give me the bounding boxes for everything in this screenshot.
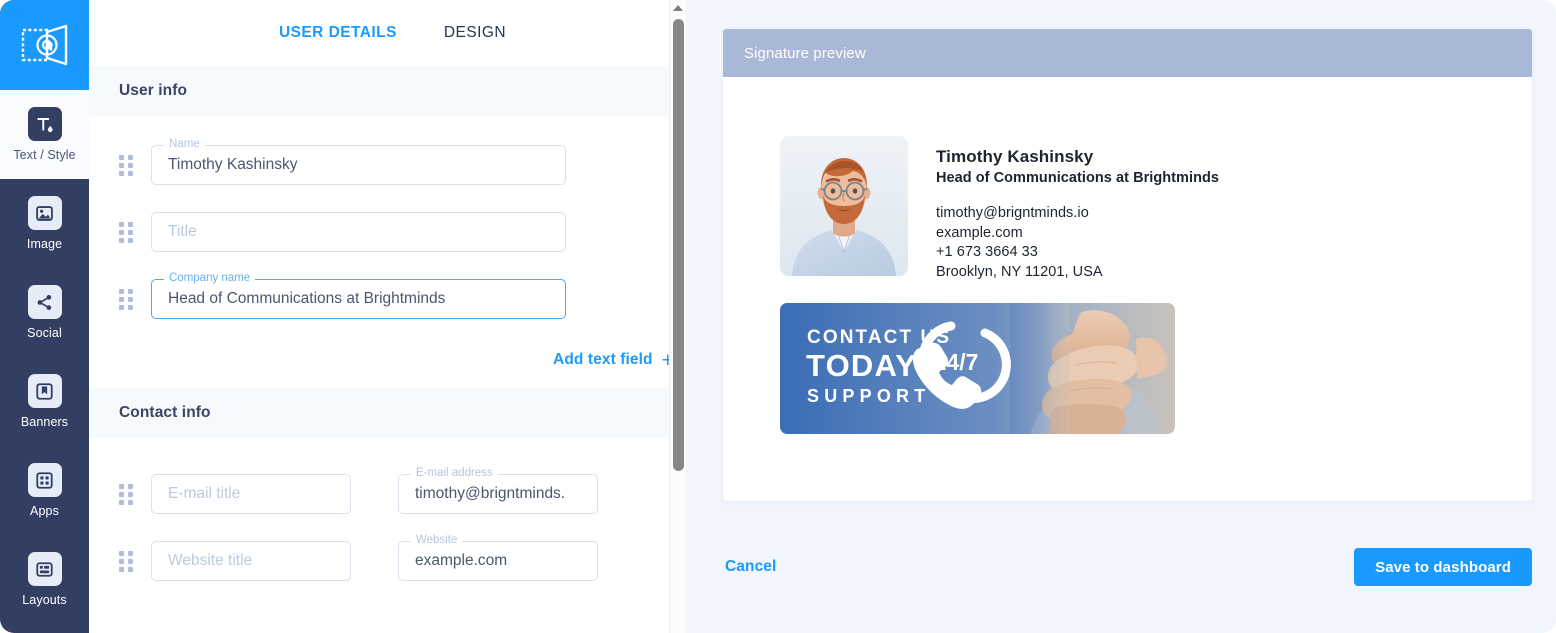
tab-design[interactable]: DESIGN bbox=[444, 24, 506, 42]
signature-preview-header: Signature preview bbox=[723, 29, 1532, 77]
user-details-form-panel: USER DETAILS DESIGN User info Name Timot… bbox=[89, 0, 686, 633]
signature-text-block: Timothy Kashinsky Head of Communications… bbox=[936, 136, 1219, 282]
website-field[interactable]: Website example.com bbox=[398, 532, 598, 581]
add-text-field-button[interactable]: Add text field + bbox=[553, 350, 674, 371]
sidebar-item-label: Layouts bbox=[22, 593, 67, 607]
preview-footer: Cancel Save to dashboard bbox=[723, 525, 1532, 609]
company-name-field-value: Head of Communications at Brightminds bbox=[168, 289, 446, 307]
website-title-field-placeholder: Website title bbox=[168, 551, 253, 569]
svg-text:24/7: 24/7 bbox=[934, 349, 979, 375]
scrollbar-thumb[interactable] bbox=[673, 19, 684, 471]
title-field[interactable]: Title bbox=[151, 211, 566, 252]
drag-handle-icon[interactable] bbox=[119, 222, 133, 243]
section-header-user-info: User info bbox=[89, 66, 686, 116]
share-icon bbox=[27, 285, 62, 319]
sidebar-item-layouts[interactable]: Layouts bbox=[0, 535, 89, 624]
website-field-value: example.com bbox=[415, 551, 508, 569]
drag-handle-icon[interactable] bbox=[119, 289, 133, 310]
cancel-button[interactable]: Cancel bbox=[723, 552, 778, 582]
sidebar-item-image[interactable]: Image bbox=[0, 179, 89, 268]
sidebar-item-label: Image bbox=[26, 237, 63, 251]
email-title-field-placeholder: E-mail title bbox=[168, 484, 241, 502]
form-panel-scrollbar[interactable] bbox=[669, 0, 686, 633]
signature-editor-app: Text / Style Image Social Banners Apps L… bbox=[0, 0, 1556, 633]
tab-user-details[interactable]: USER DETAILS bbox=[279, 24, 397, 42]
svg-text:SUPPORT: SUPPORT bbox=[807, 386, 930, 406]
bookmark-icon bbox=[27, 374, 62, 408]
signature-preview-body: Timothy Kashinsky Head of Communications… bbox=[723, 77, 1532, 501]
text-style-icon bbox=[27, 107, 62, 141]
image-icon bbox=[27, 196, 62, 230]
form-row-email: E-mail title E-mail address timothy@brig… bbox=[89, 460, 686, 527]
section-header-contact-info: Contact info bbox=[89, 388, 686, 438]
signature-name: Timothy Kashinsky bbox=[936, 147, 1094, 166]
app-logo[interactable] bbox=[0, 0, 89, 90]
add-text-field-row: Add text field + bbox=[89, 332, 686, 388]
email-stamp-logo-icon bbox=[21, 24, 67, 66]
name-field[interactable]: Name Timothy Kashinsky bbox=[151, 136, 566, 185]
drag-handle-icon[interactable] bbox=[119, 155, 133, 176]
sidebar-item-text-style[interactable]: Text / Style bbox=[0, 90, 89, 179]
tab-bar: USER DETAILS DESIGN bbox=[89, 0, 686, 66]
sidebar-item-label: Social bbox=[27, 326, 62, 340]
avatar bbox=[780, 136, 908, 276]
signature-role: Head of Communications at Brightminds bbox=[936, 170, 1220, 186]
signature-top-block: Timothy Kashinsky Head of Communications… bbox=[780, 136, 1532, 282]
signature-address: Brooklyn, NY 11201, USA bbox=[936, 263, 1103, 280]
form-row-name: Name Timothy Kashinsky bbox=[89, 131, 686, 198]
signature-phone: +1 673 3664 33 bbox=[936, 244, 1038, 260]
signature-preview-panel: Signature preview Timothy Kashinsky Head… bbox=[686, 0, 1556, 633]
email-address-field-value: timothy@brigntminds. bbox=[415, 484, 566, 502]
form-row-company: Company name Head of Communications at B… bbox=[89, 265, 686, 332]
svg-text:TODAY: TODAY bbox=[806, 348, 917, 383]
sidebar-item-label: Apps bbox=[30, 504, 59, 518]
grid-apps-icon bbox=[27, 463, 62, 497]
email-address-field[interactable]: E-mail address timothy@brigntminds. bbox=[398, 465, 598, 514]
drag-handle-icon[interactable] bbox=[119, 551, 133, 572]
sidebar-item-banners[interactable]: Banners bbox=[0, 357, 89, 446]
sidebar-rail: Text / Style Image Social Banners Apps L… bbox=[0, 0, 89, 633]
sidebar-item-social[interactable]: Social bbox=[0, 268, 89, 357]
layouts-icon bbox=[27, 552, 62, 586]
company-name-field[interactable]: Company name Head of Communications at B… bbox=[151, 270, 566, 319]
website-title-field[interactable]: Website title bbox=[151, 540, 351, 581]
form-row-title: Title bbox=[89, 198, 686, 265]
signature-website: example.com bbox=[936, 224, 1023, 241]
sidebar-item-apps[interactable]: Apps bbox=[0, 446, 89, 535]
scroll-up-arrow-icon[interactable] bbox=[673, 5, 683, 11]
email-title-field[interactable]: E-mail title bbox=[151, 473, 351, 514]
signature-preview-card: Signature preview Timothy Kashinsky Head… bbox=[723, 29, 1532, 501]
title-field-placeholder: Title bbox=[168, 222, 197, 240]
drag-handle-icon[interactable] bbox=[119, 484, 133, 505]
name-field-value: Timothy Kashinsky bbox=[168, 155, 298, 173]
signature-contact-lines: timothy@brigntminds.io example.com +1 67… bbox=[936, 204, 1219, 282]
signature-email: timothy@brigntminds.io bbox=[936, 205, 1089, 221]
save-to-dashboard-button[interactable]: Save to dashboard bbox=[1354, 548, 1532, 586]
sidebar-item-label: Banners bbox=[20, 415, 69, 429]
form-row-website: Website title Website example.com bbox=[89, 527, 686, 594]
add-text-field-label: Add text field bbox=[553, 351, 653, 368]
signature-banner[interactable]: CONTACT US TODAY SUPPORT 24/7 bbox=[780, 303, 1175, 434]
sidebar-item-label: Text / Style bbox=[13, 148, 76, 162]
